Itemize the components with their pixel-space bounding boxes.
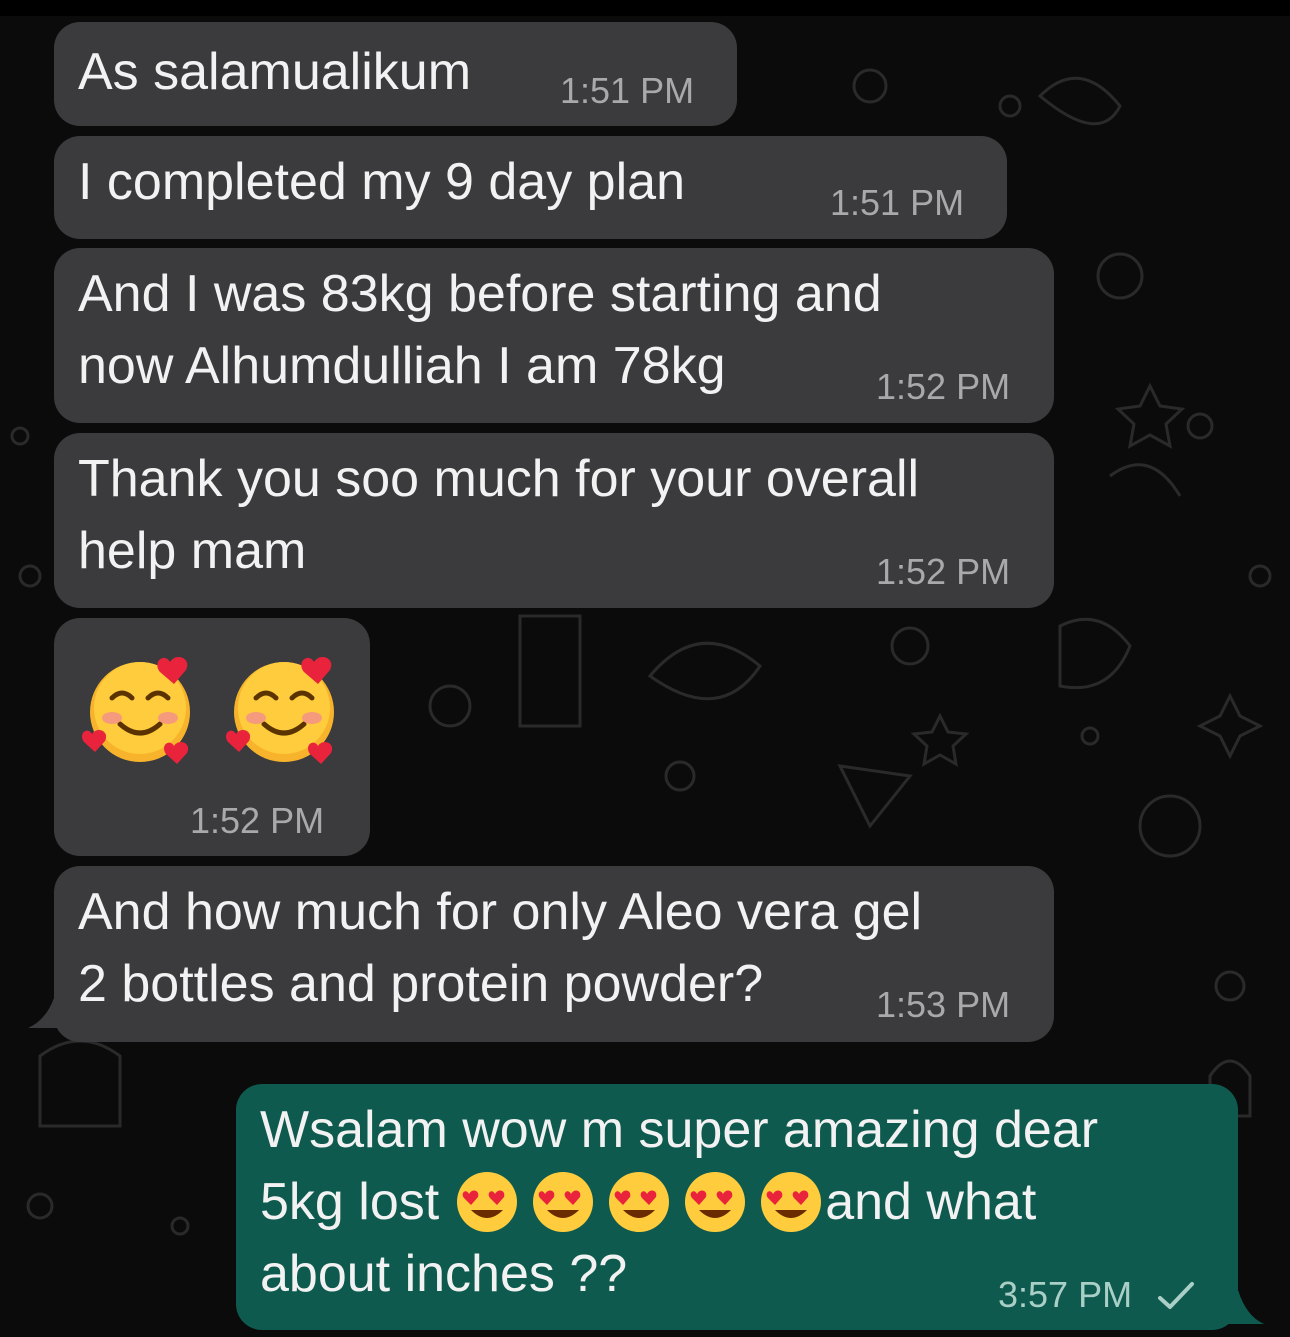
heart-eyes-icon [761, 1172, 822, 1232]
message-text: As salamualikum [78, 43, 472, 101]
heart-eyes-icon [457, 1172, 518, 1232]
incoming-message[interactable]: I completed my 9 day plan 1:51 PM [54, 136, 1007, 239]
message-timestamp: 1:51 PM [830, 182, 965, 223]
heart-eyes-icon [533, 1172, 594, 1232]
heart-eyes-icon [609, 1172, 670, 1232]
message-text: I completed my 9 day plan [78, 153, 685, 211]
incoming-message[interactable]: And I was 83kg before starting and now A… [54, 248, 1054, 423]
message-text-prefix: 5kg lost [260, 1173, 440, 1231]
message-timestamp: 1:51 PM [560, 70, 695, 111]
message-text-line-3: about inches ?? [260, 1245, 628, 1303]
outgoing-bubble-tail [1226, 1290, 1264, 1324]
message-timestamp: 1:52 PM [876, 366, 1011, 407]
top-bar [0, 0, 1290, 16]
outgoing-message[interactable]: Wsalam wow m super amazing dear 5kg lost… [236, 1084, 1238, 1330]
message-text-line-1: Wsalam wow m super amazing dear [260, 1101, 1099, 1159]
message-text: Thank you soo much for your overall help… [78, 450, 920, 580]
incoming-message[interactable]: As salamualikum 1:51 PM [54, 22, 737, 126]
heart-eyes-icon [685, 1172, 746, 1232]
message-timestamp: 3:57 PM [998, 1274, 1133, 1315]
message-text: And I was 83kg before starting and now A… [78, 265, 882, 395]
heart-eyes-emoji-row [455, 1170, 823, 1234]
message-text: And how much for only Aleo vera gel 2 bo… [78, 883, 923, 1013]
message-timestamp: 1:52 PM [876, 551, 1011, 592]
incoming-message[interactable]: And how much for only Aleo vera gel 2 bo… [54, 866, 1054, 1042]
message-timestamp: 1:53 PM [876, 984, 1011, 1025]
incoming-message[interactable]: Thank you soo much for your overall help… [54, 433, 1054, 608]
smiling-face-with-hearts-icon [82, 656, 190, 764]
incoming-bubble-tail [28, 998, 66, 1028]
incoming-emoji-message[interactable]: 1:52 PM [54, 618, 370, 856]
message-text-suffix: and what [825, 1173, 1037, 1231]
single-check-icon [1158, 1282, 1194, 1309]
smiling-face-with-hearts-icon [226, 656, 334, 764]
message-timestamp: 1:52 PM [190, 800, 325, 841]
message-text-line-2: 5kg lost and what [260, 1166, 1036, 1238]
